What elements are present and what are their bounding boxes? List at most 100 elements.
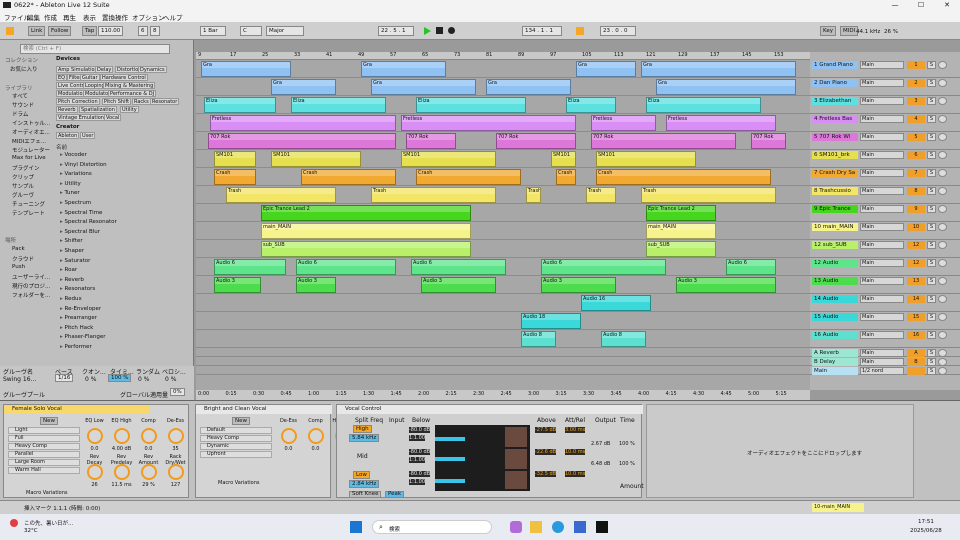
tap-button[interactable]: Tap	[82, 26, 98, 36]
bar-ruler[interactable]: 9 17 25 33 41 49 57 65 73 81 89 97 105 113 121 129 137 14…	[196, 52, 810, 60]
groove-name[interactable]: Swing 16...	[3, 376, 36, 383]
rack2-title[interactable]: Bright and Clean Vocal	[196, 405, 332, 414]
global-amount[interactable]: 0%	[170, 388, 185, 396]
track-activator[interactable]: 9	[907, 205, 925, 213]
track-header[interactable]: 12 Audio Main 12 S	[810, 258, 960, 276]
clip[interactable]: Epic Trance Lead 2	[646, 205, 716, 221]
track-activator[interactable]: 4	[907, 115, 925, 123]
solo-button[interactable]: S	[927, 187, 936, 195]
device-drop-area[interactable]: オーディオエフェクトをここにドロップします	[646, 404, 914, 498]
solo-button[interactable]: S	[927, 151, 936, 159]
track-activator[interactable]: 12	[907, 259, 925, 267]
tag-performance-dj[interactable]: Performance & DJ	[108, 90, 157, 97]
macro-knob[interactable]	[281, 428, 297, 444]
tag-eq[interactable]: EQ	[56, 74, 68, 81]
key-map-button[interactable]: Key	[820, 26, 836, 36]
scale-select[interactable]: Major	[266, 26, 304, 36]
clip[interactable]: Gra	[656, 79, 796, 95]
clip[interactable]: Fretless	[666, 115, 776, 131]
loop-length[interactable]: 23 . 0 . 0	[600, 26, 636, 36]
clip[interactable]: Audio 6	[411, 259, 506, 275]
track-header[interactable]: 15 Audio Main 15 S	[810, 312, 960, 330]
track-name[interactable]: 1 Grand Piano	[812, 61, 858, 69]
browser-toggle-icon[interactable]	[6, 27, 14, 35]
track-activator[interactable]: A	[907, 349, 925, 357]
track-lane[interactable]: Crash Crash Crash Crash Crash	[196, 168, 810, 186]
groove-timing[interactable]: 100 %	[108, 374, 132, 382]
taskbar-search[interactable]: ⌕ 検索	[372, 520, 492, 534]
tag-delay[interactable]: Delay	[95, 66, 114, 73]
clip[interactable]: Fretless	[401, 115, 576, 131]
device-list-item[interactable]: Pitch Hack	[60, 325, 94, 331]
track-lane[interactable]: SM101 SM101 SM101 SM101 SM101	[196, 150, 810, 168]
solo-button[interactable]: S	[927, 259, 936, 267]
track-lane[interactable]	[196, 348, 810, 357]
track-activator[interactable]: 1	[907, 61, 925, 69]
below-ratio[interactable]: 1:1.00	[409, 479, 425, 485]
arm-button[interactable]	[938, 79, 947, 87]
arm-button[interactable]	[938, 133, 947, 141]
clip[interactable]: Fretless	[210, 115, 396, 131]
clip[interactable]: Eliza	[646, 97, 761, 113]
track-activator[interactable]: 16	[907, 331, 925, 339]
device-list-item[interactable]: Reverb	[60, 277, 84, 283]
track-lane[interactable]: Gra Gra Gra Gra	[196, 60, 810, 78]
track-output[interactable]: Main	[860, 295, 904, 303]
arm-button[interactable]	[938, 331, 947, 339]
clip[interactable]: Crash	[214, 169, 256, 185]
clip[interactable]: SM101	[596, 151, 696, 167]
clip[interactable]: Audio 6	[214, 259, 286, 275]
search-input[interactable]: 検索 (Ctrl + F)	[20, 44, 170, 54]
track-header[interactable]: 10 main_MAIN Main 10 S	[810, 222, 960, 240]
clip[interactable]: Audio 16	[581, 295, 651, 311]
library-item[interactable]: インストゥル...	[12, 119, 50, 127]
clip[interactable]: Gra	[361, 61, 446, 77]
menu-replace[interactable]: 置換操作	[102, 12, 128, 22]
track-activator[interactable]: 14	[907, 295, 925, 303]
ableton-taskbar-icon[interactable]	[596, 521, 608, 533]
track-output[interactable]: Main	[860, 331, 904, 339]
place-item[interactable]: 現行のプロジ...	[12, 282, 50, 290]
track-activator[interactable]: 10	[907, 223, 925, 231]
rack-chain[interactable]: Light	[8, 427, 80, 434]
tag-reverb[interactable]: Reverb	[56, 106, 78, 113]
track-lane[interactable]: Audio 18	[196, 312, 810, 330]
time-sig-num[interactable]: 6	[138, 26, 148, 36]
attack-release[interactable]: 10.0 ms	[565, 449, 586, 455]
minimize-button[interactable]: —	[882, 0, 908, 10]
library-item[interactable]: グルーヴ	[12, 191, 34, 199]
explorer-icon[interactable]	[530, 521, 542, 533]
solo-button[interactable]: S	[927, 115, 936, 123]
track-name[interactable]: 9 Epic Trance	[812, 205, 858, 213]
place-item[interactable]: クラウド	[12, 255, 34, 263]
device-list-item[interactable]: Vocoder	[60, 152, 87, 158]
stop-icon[interactable]	[436, 27, 443, 34]
rack1-new-button[interactable]: New	[40, 417, 58, 425]
above-threshold[interactable]: -22.6 dB	[535, 449, 557, 455]
device-list-item[interactable]: Redux	[60, 296, 82, 302]
clip[interactable]: Audio 6	[726, 259, 776, 275]
track-activator[interactable]	[907, 367, 925, 375]
track-output[interactable]: Main	[860, 349, 904, 357]
track-output[interactable]: Main	[860, 259, 904, 267]
clock-date[interactable]: 2025/06/28	[910, 528, 942, 534]
clip[interactable]: Trash	[641, 187, 776, 203]
track-output[interactable]: Main	[860, 61, 904, 69]
clip[interactable]: Fretless	[591, 115, 656, 131]
clip[interactable]: 707 Rok	[208, 133, 396, 149]
play-icon[interactable]	[424, 27, 431, 35]
track-name[interactable]: Main	[812, 367, 858, 375]
clip[interactable]: Audio 3	[541, 277, 616, 293]
clip[interactable]: Crash	[416, 169, 521, 185]
library-item[interactable]: オーディオエ...	[12, 128, 50, 136]
solo-button[interactable]: S	[927, 61, 936, 69]
arm-button[interactable]	[938, 169, 947, 177]
track-header[interactable]: 6 SM101_brk Main 6 S	[810, 150, 960, 168]
clip[interactable]: 707 Rok	[591, 133, 736, 149]
track-header[interactable]: 1 Grand Piano Main 1 S	[810, 60, 960, 78]
tag-vintage-emulation[interactable]: Vintage Emulation	[56, 114, 106, 121]
clip[interactable]: SM101	[551, 151, 576, 167]
track-output[interactable]: 1/2 nord	[860, 367, 904, 375]
clip[interactable]: Eliza	[291, 97, 386, 113]
arm-button[interactable]	[938, 223, 947, 231]
